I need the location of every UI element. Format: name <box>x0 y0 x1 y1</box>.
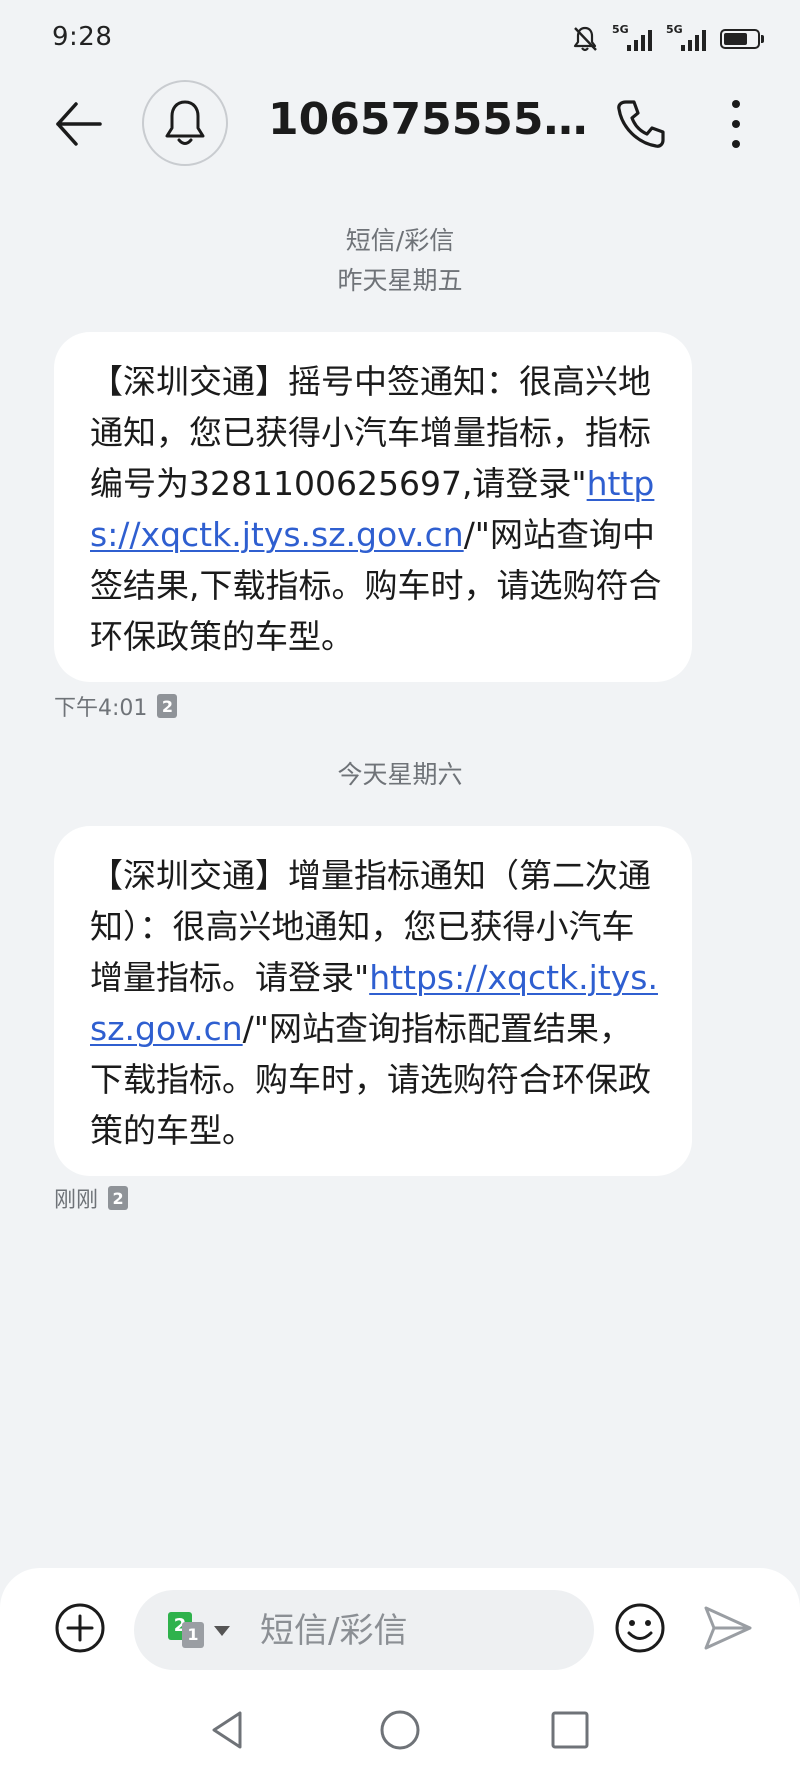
battery-level <box>724 33 747 45</box>
nav-home-button[interactable] <box>378 1708 422 1752</box>
plus-circle-icon <box>55 1603 105 1653</box>
smiley-icon <box>615 1603 665 1653</box>
date-separator: 今天星期六 <box>337 760 463 789</box>
message-meta: 刚刚 2 <box>54 1182 129 1214</box>
status-bar: 9:28 5G 5G <box>0 0 800 72</box>
status-icons: 5G 5G <box>572 23 764 54</box>
phone-icon <box>617 100 665 148</box>
sim-badge: 2 <box>157 694 178 718</box>
date-separator: 昨天星期五 <box>337 266 463 295</box>
sim-selector[interactable]: 2 1 <box>168 1612 238 1652</box>
send-button[interactable] <box>702 1604 754 1652</box>
square-recents-icon <box>551 1711 589 1749</box>
more-vertical-icon <box>732 100 740 148</box>
sim1-icon: 1 <box>182 1622 204 1648</box>
sim2-signal-icon: 5G <box>666 23 706 53</box>
channel-label: 短信/彩信 <box>345 226 455 255</box>
more-options-button[interactable] <box>716 96 756 152</box>
contact-number: 10657555526... <box>268 94 588 145</box>
message-text: 【深圳交通】摇号中签通知：很高兴地通知，您已获得小汽车增量指标，指标编号为328… <box>90 362 651 503</box>
system-navigation-bar <box>0 1678 800 1778</box>
message-meta: 下午4:01 2 <box>54 690 178 722</box>
triangle-back-icon <box>212 1711 242 1749</box>
nav-recents-button[interactable] <box>548 1708 592 1752</box>
message-input[interactable] <box>258 1606 562 1656</box>
sim1-signal-icon: 5G <box>612 23 652 53</box>
battery-icon <box>720 29 764 49</box>
message-composer: 2 1 <box>0 1568 800 1678</box>
caret-down-icon <box>214 1626 230 1636</box>
back-button[interactable] <box>50 96 106 152</box>
arrow-left-icon <box>56 102 102 146</box>
bell-icon <box>165 100 205 145</box>
add-attachment-button[interactable] <box>54 1602 106 1654</box>
emoji-button[interactable] <box>614 1602 666 1654</box>
message-input-container: 2 1 <box>134 1590 594 1670</box>
contact-avatar[interactable] <box>142 80 228 166</box>
conversation-header: 10657555526... <box>0 72 800 176</box>
message-time: 下午4:01 <box>54 696 148 721</box>
send-icon <box>704 1606 752 1650</box>
message-time: 刚刚 <box>54 1188 99 1213</box>
message-bubble[interactable]: 【深圳交通】摇号中签通知：很高兴地通知，您已获得小汽车增量指标，指标编号为328… <box>54 332 692 682</box>
mute-notifications-icon <box>573 26 597 52</box>
nav-back-button[interactable] <box>206 1708 250 1752</box>
status-time: 9:28 <box>52 22 113 52</box>
sim-badge: 2 <box>108 1186 129 1210</box>
circle-home-icon <box>380 1710 420 1750</box>
call-button[interactable] <box>612 96 668 152</box>
message-bubble[interactable]: 【深圳交通】增量指标通知（第二次通知）：很高兴地通知，您已获得小汽车增量指标。请… <box>54 826 692 1176</box>
